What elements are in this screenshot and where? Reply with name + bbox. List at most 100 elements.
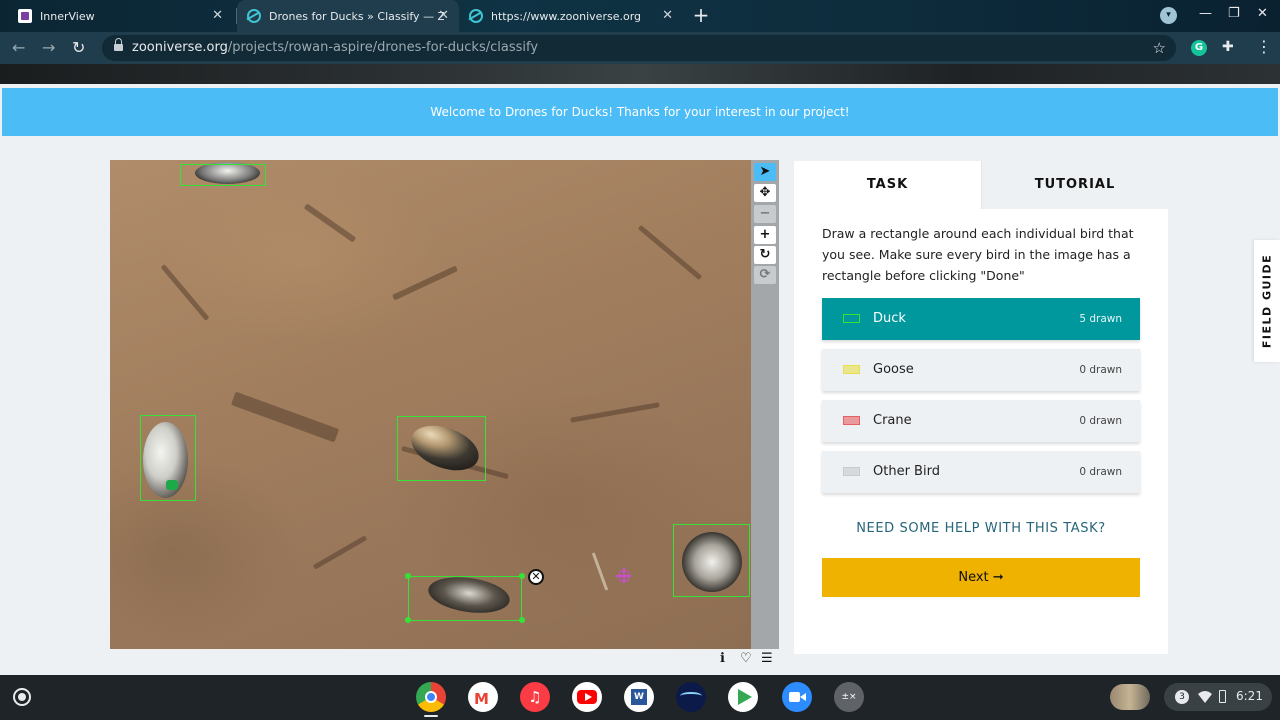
welcome-banner: Welcome to Drones for Ducks! Thanks for … bbox=[2, 88, 1278, 136]
new-tab-plus-icon[interactable]: + bbox=[690, 4, 712, 26]
notification-count-badge: 3 bbox=[1175, 690, 1189, 704]
duck-bounding-box[interactable] bbox=[673, 524, 750, 597]
close-icon[interactable]: ✕ bbox=[212, 8, 223, 23]
mud-mark bbox=[637, 224, 703, 281]
resize-handle[interactable] bbox=[405, 617, 411, 623]
restore-window-icon[interactable]: ❐ bbox=[1228, 6, 1240, 21]
choice-duck[interactable]: Duck 5 drawn bbox=[822, 298, 1140, 340]
lock-icon bbox=[114, 38, 123, 53]
wifi-icon bbox=[1198, 690, 1212, 704]
calculator-app-icon[interactable]: ±× bbox=[834, 682, 864, 712]
zoom-out-icon[interactable]: − bbox=[754, 205, 776, 223]
extensions-puzzle-icon[interactable]: ✚ bbox=[1222, 39, 1234, 55]
word-app-icon[interactable]: W bbox=[624, 682, 654, 712]
tab-title: Drones for Ducks » Classify — Zooniverse bbox=[269, 9, 444, 23]
duck-bounding-box[interactable] bbox=[397, 416, 486, 481]
delete-mark-icon[interactable]: ✕ bbox=[528, 569, 544, 585]
resize-handle[interactable] bbox=[519, 617, 525, 623]
choice-label: Other Bird bbox=[873, 464, 940, 479]
task-instructions: Draw a rectangle around each individual … bbox=[822, 226, 1134, 283]
mud-mark bbox=[312, 535, 368, 570]
zoom-in-icon[interactable]: + bbox=[754, 226, 776, 244]
mud-mark bbox=[303, 203, 357, 243]
choice-count: 0 drawn bbox=[1079, 364, 1122, 376]
crosshair-cursor-icon bbox=[616, 568, 631, 583]
task-panel: TASK TUTORIAL Draw a rectangle around ea… bbox=[794, 161, 1168, 654]
active-app-indicator bbox=[424, 715, 438, 717]
task-help-link[interactable]: NEED SOME HELP WITH THIS TASK? bbox=[822, 521, 1140, 536]
browser-tab-strip: InnerView ✕ Drones for Ducks » Classify … bbox=[0, 0, 1280, 32]
gmail-app-icon[interactable]: M bbox=[468, 682, 498, 712]
tab-search-chevron-icon[interactable]: ▾ bbox=[1160, 7, 1177, 24]
launcher-icon[interactable] bbox=[13, 688, 31, 706]
battery-icon bbox=[1219, 690, 1226, 703]
choice-label: Goose bbox=[873, 362, 914, 377]
forward-arrow-icon[interactable]: → bbox=[42, 38, 55, 57]
other-bird-color-swatch bbox=[843, 467, 860, 476]
browser-tab-innerview[interactable]: InnerView ✕ bbox=[8, 0, 233, 32]
annotate-pointer-icon[interactable]: ➤ bbox=[754, 163, 776, 181]
twig-mark bbox=[591, 552, 609, 591]
reset-icon[interactable]: ⟳ bbox=[754, 266, 776, 284]
youtube-app-icon[interactable] bbox=[572, 682, 602, 712]
collections-list-icon[interactable]: ☰ bbox=[761, 651, 773, 666]
bookmark-star-icon[interactable]: ☆ bbox=[1153, 35, 1166, 61]
browser-tab-zooniverse-url[interactable]: https://www.zooniverse.org/projects ✕ bbox=[461, 0, 683, 32]
zooniverse-favicon-icon bbox=[469, 9, 483, 23]
field-guide-label: FIELD GUIDE bbox=[1260, 253, 1274, 349]
disney-plus-app-icon[interactable] bbox=[676, 682, 706, 712]
duck-bounding-box[interactable] bbox=[180, 164, 266, 186]
address-bar[interactable]: zooniverse.org/projects/rowan-aspire/dro… bbox=[102, 35, 1176, 61]
close-window-icon[interactable]: ✕ bbox=[1257, 6, 1268, 21]
favorite-heart-icon[interactable]: ♡ bbox=[740, 651, 752, 666]
rotate-icon[interactable]: ↻ bbox=[754, 246, 776, 264]
crane-color-swatch bbox=[843, 416, 860, 425]
resize-handle[interactable] bbox=[405, 573, 411, 579]
next-button[interactable]: Next ➞ bbox=[822, 558, 1140, 597]
zooniverse-favicon-icon bbox=[247, 9, 261, 23]
choice-crane[interactable]: Crane 0 drawn bbox=[822, 400, 1140, 442]
move-icon[interactable]: ✥ bbox=[754, 184, 776, 202]
tab-task[interactable]: TASK bbox=[794, 161, 981, 209]
browser-toolbar: ← → ↻ zooniverse.org/projects/rowan-aspi… bbox=[0, 32, 1280, 64]
duck-bounding-box[interactable] bbox=[140, 415, 196, 501]
url-host: zooniverse.org bbox=[132, 40, 228, 55]
url-path: /projects/rowan-aspire/drones-for-ducks/… bbox=[227, 40, 539, 55]
resize-handle[interactable] bbox=[519, 573, 525, 579]
info-icon[interactable]: ℹ bbox=[720, 651, 725, 666]
play-store-app-icon[interactable] bbox=[728, 682, 758, 712]
tab-title: InnerView bbox=[40, 9, 95, 23]
reload-icon[interactable]: ↻ bbox=[72, 38, 85, 57]
choice-count: 0 drawn bbox=[1079, 415, 1122, 427]
user-avatar[interactable] bbox=[1110, 684, 1150, 710]
browser-menu-icon[interactable]: ⋮ bbox=[1256, 37, 1272, 56]
choice-count: 5 drawn bbox=[1079, 313, 1122, 325]
os-shelf: M ♫ W ±× 3 6:21 bbox=[0, 675, 1280, 720]
choice-label: Duck bbox=[873, 311, 906, 326]
close-icon[interactable]: ✕ bbox=[438, 8, 449, 23]
image-tool-strip: ➤ ✥ − + ↻ ⟳ bbox=[751, 160, 779, 649]
close-icon[interactable]: ✕ bbox=[662, 8, 673, 23]
choice-count: 0 drawn bbox=[1079, 466, 1122, 478]
browser-tab-drones-for-ducks[interactable]: Drones for Ducks » Classify — Zooniverse… bbox=[237, 0, 459, 32]
choice-other-bird[interactable]: Other Bird 0 drawn bbox=[822, 451, 1140, 493]
tab-tutorial[interactable]: TUTORIAL bbox=[981, 161, 1168, 209]
goose-color-swatch bbox=[843, 365, 860, 374]
choice-label: Crane bbox=[873, 413, 912, 428]
choice-goose[interactable]: Goose 0 drawn bbox=[822, 349, 1140, 391]
innerview-favicon-icon bbox=[18, 9, 32, 23]
project-header-image bbox=[0, 64, 1280, 84]
minimize-icon[interactable]: — bbox=[1199, 6, 1212, 21]
field-guide-button[interactable]: FIELD GUIDE bbox=[1254, 240, 1280, 362]
zoom-app-icon[interactable] bbox=[782, 682, 812, 712]
mud-mark bbox=[570, 402, 660, 423]
chrome-app-icon[interactable] bbox=[416, 682, 446, 712]
music-app-icon[interactable]: ♫ bbox=[520, 682, 550, 712]
mud-mark bbox=[230, 391, 340, 443]
back-arrow-icon[interactable]: ← bbox=[12, 38, 25, 57]
system-tray[interactable]: 3 6:21 bbox=[1164, 683, 1272, 711]
duck-color-swatch bbox=[843, 314, 860, 323]
grammarly-extension-icon[interactable]: G bbox=[1191, 40, 1207, 56]
tab-title: https://www.zooniverse.org/projects bbox=[491, 9, 641, 23]
selected-duck-bounding-box[interactable] bbox=[408, 576, 522, 621]
